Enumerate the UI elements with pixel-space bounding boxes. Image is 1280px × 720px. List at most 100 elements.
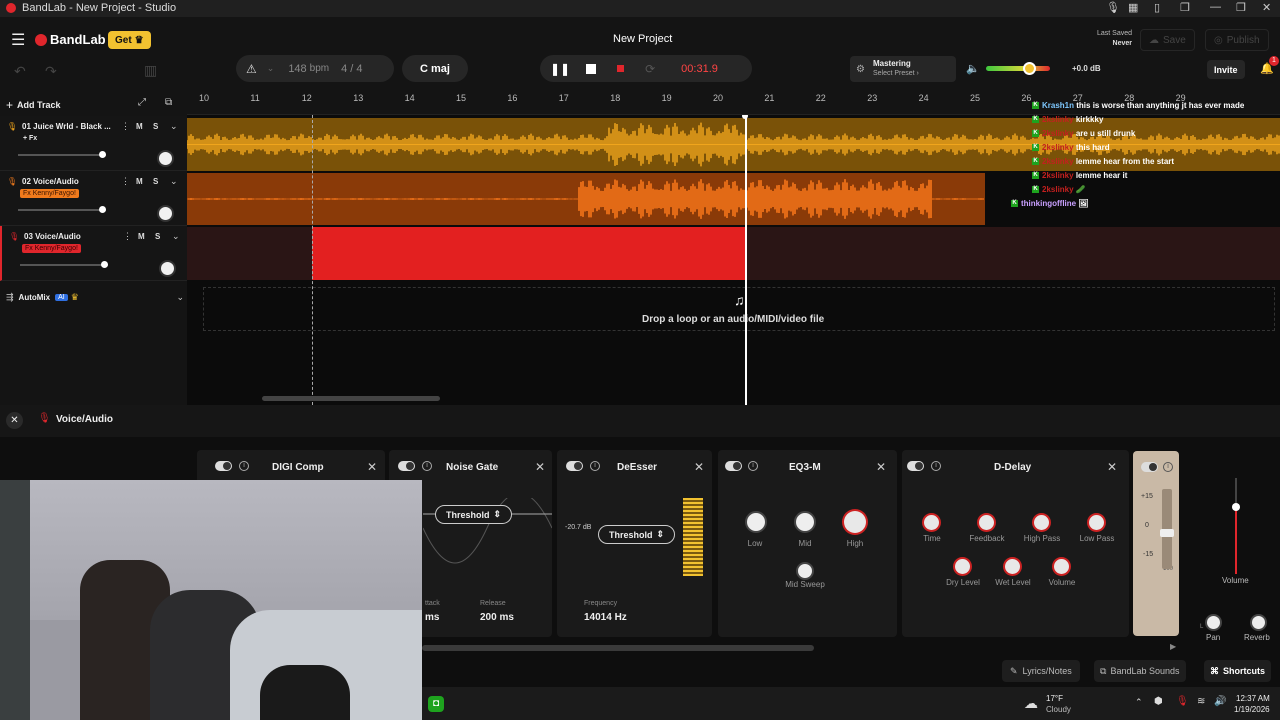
wifi-icon[interactable]: ≋: [1197, 696, 1205, 707]
master-volume-slider[interactable]: [986, 62, 1050, 75]
volume-knob[interactable]: [1054, 559, 1069, 574]
reverb-knob[interactable]: [1250, 614, 1267, 631]
save-button[interactable]: ☁ Save: [1140, 29, 1195, 51]
bandlab-sounds-button[interactable]: ⧉ BandLab Sounds: [1094, 660, 1186, 682]
low-knob[interactable]: [745, 511, 767, 533]
close-icon[interactable]: ✕: [694, 460, 704, 474]
gain-fader-thumb[interactable]: [1160, 529, 1174, 537]
chevron-down-icon[interactable]: ⌄: [170, 176, 178, 187]
gain-fader[interactable]: [1160, 489, 1174, 569]
close-icon[interactable]: ✕: [6, 412, 23, 429]
close-icon[interactable]: ✕: [535, 460, 545, 474]
pause-icon[interactable]: ❚❚: [550, 62, 570, 76]
bpm-value[interactable]: 148: [288, 63, 306, 75]
track-3-header[interactable]: 🎙 03 Voice/Audio ⋮ M S ⌄ Fx Kenny/Faygo!: [0, 226, 187, 281]
close-icon[interactable]: ✕: [367, 460, 377, 474]
plugin-toggle[interactable]: [398, 461, 415, 471]
threshold-button[interactable]: Threshold ⇕: [598, 525, 676, 544]
close-window-icon[interactable]: ✕: [1262, 1, 1271, 14]
mic-icon[interactable]: 🎙: [1106, 1, 1120, 14]
add-track-button[interactable]: + Add Track: [6, 96, 61, 113]
microphone-icon[interactable]: 🎙: [1176, 696, 1189, 707]
master-volume-thumb[interactable]: [1023, 62, 1036, 75]
mute-button[interactable]: M: [138, 232, 145, 241]
pan-knob[interactable]: [157, 150, 174, 167]
more-options-icon[interactable]: ⋮: [121, 121, 130, 132]
mid-sweep-knob[interactable]: [796, 562, 814, 580]
threshold-button[interactable]: Threshold ⇕: [435, 505, 513, 524]
loop-icon[interactable]: ⟳: [645, 62, 655, 76]
fx-chain-badge[interactable]: Fx Kenny/Faygo!: [22, 244, 81, 253]
info-icon[interactable]: i: [239, 461, 249, 471]
bandlab-logo[interactable]: BandLab: [35, 32, 106, 47]
pan-knob[interactable]: [159, 260, 176, 277]
mastering-button[interactable]: ⚙ Mastering Select Preset ›: [850, 56, 956, 82]
solo-button[interactable]: S: [153, 122, 158, 131]
fx-chain-badge[interactable]: Fx Kenny/Faygo!: [20, 189, 79, 198]
key-selector[interactable]: C maj: [402, 55, 468, 82]
weather-temp[interactable]: 17°F: [1046, 694, 1063, 703]
track-3-recording-clip[interactable]: [312, 227, 746, 280]
info-icon[interactable]: i: [931, 461, 941, 471]
close-icon[interactable]: ✕: [1107, 460, 1117, 474]
solo-button[interactable]: S: [155, 232, 160, 241]
track-name[interactable]: 02 Voice/Audio: [22, 177, 79, 186]
close-icon[interactable]: ✕: [876, 460, 886, 474]
mute-button[interactable]: M: [136, 177, 143, 186]
maximize-icon[interactable]: ❐: [1236, 1, 1246, 14]
track-volume-slider[interactable]: [18, 151, 106, 158]
feedback-knob[interactable]: [979, 515, 994, 530]
fx-scrollbar[interactable]: [422, 645, 814, 651]
track-2-header[interactable]: 🎙 02 Voice/Audio ⋮ M S ⌄ Fx Kenny/Faygo!: [0, 171, 187, 226]
track-name[interactable]: 01 Juice Wrld - Black ...: [22, 122, 111, 131]
plugin-toggle[interactable]: [907, 461, 924, 471]
info-icon[interactable]: i: [1163, 462, 1173, 472]
time-signature[interactable]: 4 / 4: [341, 63, 362, 75]
high-pass-knob[interactable]: [1034, 515, 1049, 530]
stop-icon[interactable]: [586, 63, 597, 74]
redo-icon[interactable]: ↷: [45, 63, 57, 80]
automix-row[interactable]: ⇶ AutoMix AI ♛ ⌄: [6, 290, 184, 304]
track-volume-slider[interactable]: [18, 206, 106, 213]
app-icon[interactable]: ◘: [428, 696, 444, 712]
pan-knob[interactable]: [157, 205, 174, 222]
horizontal-scrollbar[interactable]: [262, 396, 440, 401]
hamburger-menu-icon[interactable]: ☰: [11, 30, 25, 50]
piano-icon[interactable]: ▥: [144, 62, 157, 79]
fit-tracks-icon[interactable]: ⧉: [165, 97, 172, 108]
metronome-icon[interactable]: ⚠: [246, 62, 257, 76]
chevron-up-icon[interactable]: ⌃: [1135, 697, 1143, 708]
weather-condition[interactable]: Cloudy: [1046, 705, 1071, 714]
attack-value[interactable]: ms: [425, 612, 439, 623]
track-1-header[interactable]: 🎙 01 Juice Wrld - Black ... ⋮ M S ⌄ + Fx: [0, 116, 187, 171]
loop-marker[interactable]: [312, 115, 313, 405]
metronome-dropdown-icon[interactable]: ⌄: [267, 63, 275, 74]
track-name[interactable]: 03 Voice/Audio: [24, 232, 81, 241]
undo-icon[interactable]: ↶: [14, 63, 26, 80]
plugin-toggle[interactable]: [566, 461, 583, 471]
track-volume-slider[interactable]: [20, 261, 108, 268]
clock-time[interactable]: 12:37 AM: [1236, 694, 1270, 703]
shortcuts-button[interactable]: ⌘ Shortcuts: [1204, 660, 1272, 682]
project-title[interactable]: New Project: [613, 33, 672, 45]
frequency-value[interactable]: 14014 Hz: [584, 612, 627, 623]
scroll-right-icon[interactable]: ▶: [1170, 642, 1176, 651]
solo-button[interactable]: S: [153, 177, 158, 186]
high-knob[interactable]: [844, 511, 866, 533]
speaker-icon[interactable]: 🔈: [966, 62, 980, 75]
chevron-down-icon[interactable]: ⌄: [176, 292, 184, 303]
info-icon[interactable]: i: [422, 461, 432, 471]
more-options-icon[interactable]: ⋮: [123, 231, 132, 242]
get-button[interactable]: Get ♛: [108, 31, 151, 49]
slider-thumb[interactable]: [99, 151, 106, 158]
chevron-down-icon[interactable]: ⌄: [172, 231, 180, 242]
more-options-icon[interactable]: ⋮: [121, 176, 130, 187]
wand-icon[interactable]: ⤢: [138, 97, 146, 108]
window-icon[interactable]: ❐: [1180, 1, 1190, 14]
plugin-toggle[interactable]: [725, 461, 742, 471]
chevron-down-icon[interactable]: ⌄: [170, 121, 178, 132]
info-icon[interactable]: i: [748, 461, 758, 471]
record-icon[interactable]: [617, 65, 625, 72]
add-fx-button[interactable]: + Fx: [20, 134, 40, 143]
plugin-toggle[interactable]: [215, 461, 232, 471]
